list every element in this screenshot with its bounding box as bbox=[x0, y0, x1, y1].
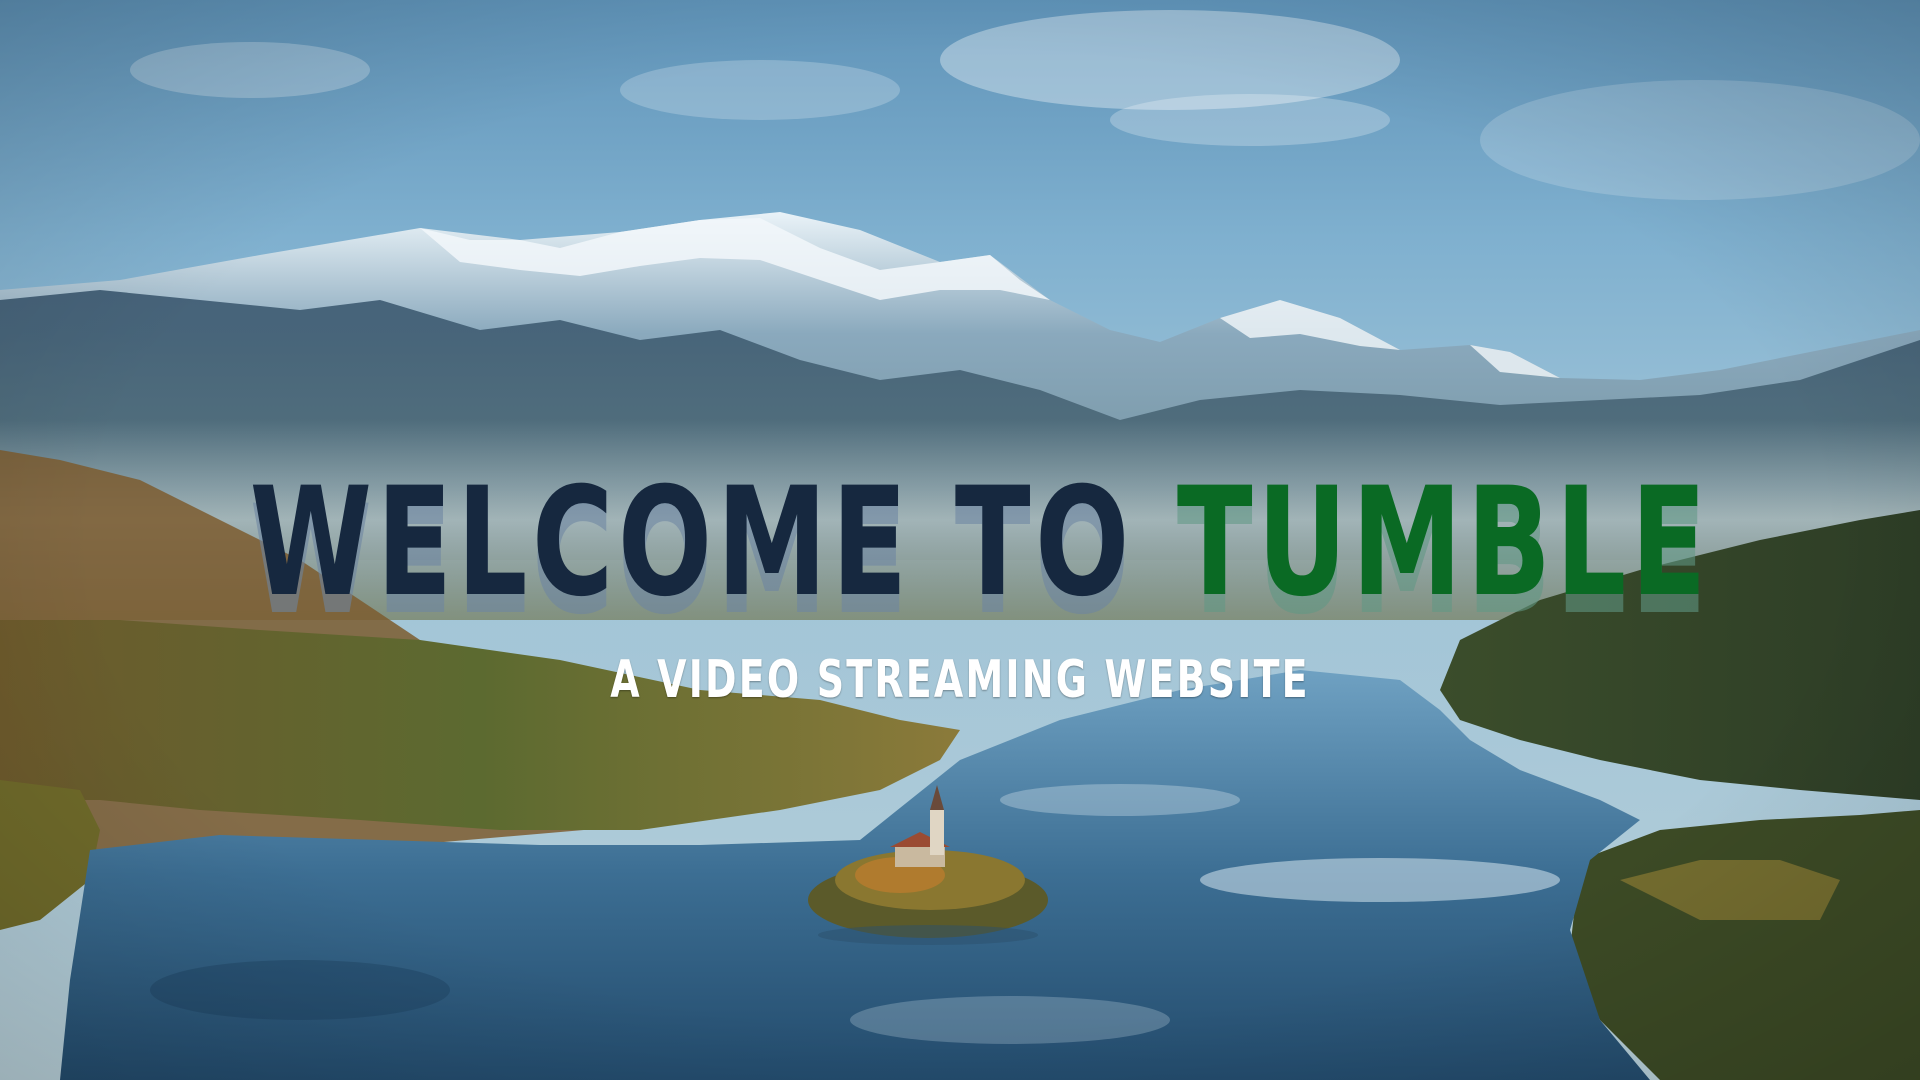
hero-title-welcome: WELCOME TO bbox=[249, 456, 1177, 630]
hero-section: WELCOME TO TUMBLE WELCOME TO TUMBLE A VI… bbox=[0, 0, 1920, 1080]
hero-title: WELCOME TO TUMBLE WELCOME TO TUMBLE bbox=[250, 468, 1707, 636]
hero-title-brand: TUMBLE bbox=[1176, 456, 1712, 630]
hero-subtitle: A VIDEO STREAMING WEBSITE bbox=[610, 650, 1310, 710]
